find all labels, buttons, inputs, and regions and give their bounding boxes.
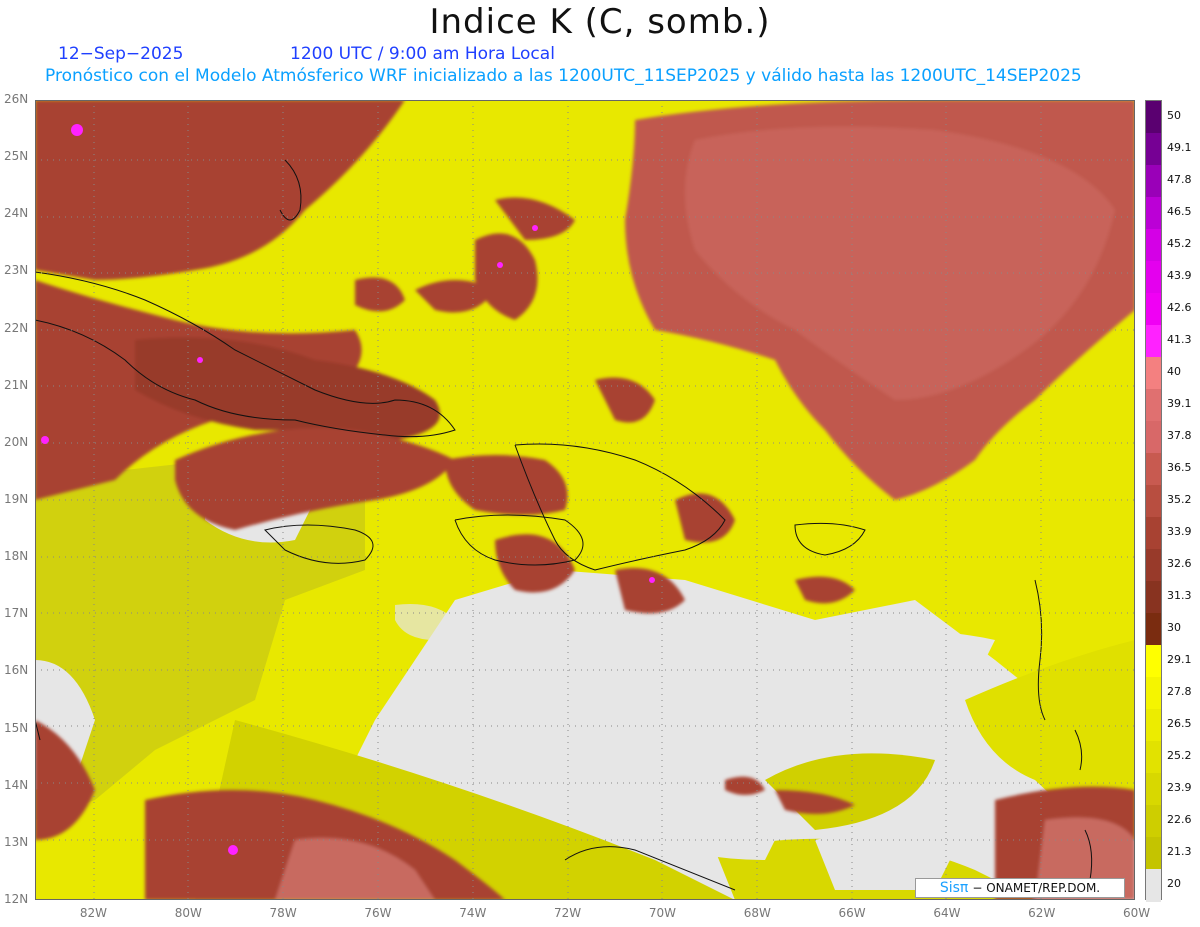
colorbar-segment bbox=[1146, 325, 1161, 358]
colorbar-segment bbox=[1146, 805, 1161, 838]
lat-tick-label: 21N bbox=[4, 377, 29, 392]
lat-tick-label: 20N bbox=[4, 434, 29, 449]
lon-tick-label: 74W bbox=[459, 906, 487, 920]
lon-tick-label: 76W bbox=[364, 906, 392, 920]
colorbar-level-label: 45.2 bbox=[1167, 237, 1192, 250]
lon-tick-label: 66W bbox=[838, 906, 866, 920]
colorbar-segment bbox=[1146, 261, 1161, 294]
lat-tick-label: 22N bbox=[4, 320, 29, 335]
lat-tick-label: 19N bbox=[4, 492, 29, 506]
colorbar-level-label: 43.9 bbox=[1167, 269, 1192, 282]
colorbar-segment bbox=[1146, 197, 1161, 230]
forecast-time: 1200 UTC / 9:00 am Hora Local bbox=[290, 44, 555, 64]
sispi-logo: Sisπ bbox=[939, 880, 969, 896]
lat-tick-label: 14N bbox=[4, 777, 29, 792]
lon-tick-label: 62W bbox=[1028, 906, 1056, 920]
colorbar-level-label: 35.2 bbox=[1167, 493, 1192, 506]
credit-text: − ONAMET/REP.DOM. bbox=[972, 881, 1101, 895]
lat-tick-label: 26N bbox=[4, 92, 29, 106]
colorbar-segment bbox=[1146, 709, 1161, 742]
forecast-date: 12−Sep−2025 bbox=[58, 44, 184, 64]
colorbar-level-label: 31.3 bbox=[1167, 589, 1192, 602]
colorbar-segment bbox=[1146, 101, 1161, 134]
lon-tick-label: 82W bbox=[79, 906, 108, 920]
colorbar-level-label: 42.6 bbox=[1167, 301, 1192, 314]
lat-tick-label: 24N bbox=[4, 206, 29, 221]
colorbar-level-label: 33.9 bbox=[1167, 525, 1192, 538]
colorbar-level-label: 22.6 bbox=[1167, 813, 1192, 826]
lon-tick-label: 72W bbox=[554, 906, 582, 920]
colorbar-segment bbox=[1146, 453, 1161, 486]
colorbar-level-label: 29.1 bbox=[1167, 653, 1192, 666]
forecast-description: Pronóstico con el Modelo Atmósferico WRF… bbox=[45, 66, 1082, 86]
lat-tick-label: 15N bbox=[4, 720, 29, 735]
lat-tick-label: 12N bbox=[4, 892, 29, 906]
colorbar-level-label: 36.5 bbox=[1167, 461, 1192, 474]
colorbar-segment bbox=[1146, 133, 1161, 166]
colorbar-level-label: 49.1 bbox=[1167, 141, 1192, 154]
colorbar-segment bbox=[1146, 837, 1161, 870]
lon-tick-label: 78W bbox=[269, 906, 297, 920]
colorbar-level-label: 23.9 bbox=[1167, 781, 1192, 794]
colorbar-level-label: 46.5 bbox=[1167, 205, 1192, 218]
colorbar-level-label: 32.6 bbox=[1167, 557, 1192, 570]
colorbar-segment bbox=[1146, 549, 1161, 582]
lon-tick-label: 64W bbox=[933, 906, 961, 920]
lat-tick-label: 23N bbox=[4, 263, 29, 278]
colorbar-segment bbox=[1146, 773, 1161, 806]
lat-tick-label: 16N bbox=[4, 663, 29, 678]
lat-tick-label: 13N bbox=[4, 834, 29, 849]
colorbar-segment bbox=[1146, 741, 1161, 774]
colorbar-level-label: 50 bbox=[1167, 109, 1181, 122]
colorbar-segment bbox=[1146, 229, 1161, 262]
colorbar-level-label: 27.8 bbox=[1167, 685, 1192, 698]
map-title: Indice K (C, somb.) bbox=[429, 2, 771, 42]
lon-tick-label: 60W bbox=[1123, 906, 1151, 920]
credit-badge: Sisπ − ONAMET/REP.DOM. bbox=[915, 878, 1125, 898]
lat-tick-label: 17N bbox=[4, 606, 29, 621]
colorbar-segment bbox=[1146, 421, 1161, 454]
colorbar-level-label: 37.8 bbox=[1167, 429, 1192, 442]
colorbar-level-label: 47.8 bbox=[1167, 173, 1192, 186]
colorbar-level-label: 20 bbox=[1167, 877, 1181, 890]
colorbar-level-label: 21.3 bbox=[1167, 845, 1192, 858]
colorbar-segment bbox=[1146, 869, 1161, 902]
colorbar-segment bbox=[1146, 517, 1161, 550]
colorbar-segment bbox=[1146, 357, 1161, 390]
lon-tick-label: 80W bbox=[174, 906, 202, 920]
colorbar-segment bbox=[1146, 645, 1161, 678]
colorbar-level-label: 39.1 bbox=[1167, 397, 1192, 410]
colorbar-level-label: 30 bbox=[1167, 621, 1181, 634]
colorbar-segment bbox=[1146, 293, 1161, 326]
colorbar-segment bbox=[1146, 581, 1161, 614]
lon-tick-label: 70W bbox=[648, 906, 676, 920]
colorbar-level-label: 26.5 bbox=[1167, 717, 1192, 730]
colorbar-level-label: 25.2 bbox=[1167, 749, 1192, 762]
colorbar bbox=[1145, 100, 1162, 902]
colorbar-level-label: 41.3 bbox=[1167, 333, 1192, 346]
colorbar-segment bbox=[1146, 165, 1161, 198]
colorbar-segment bbox=[1146, 485, 1161, 518]
colorbar-segment bbox=[1146, 613, 1161, 646]
colorbar-segment bbox=[1146, 389, 1161, 422]
colorbar-segment bbox=[1146, 677, 1161, 710]
lon-tick-label: 68W bbox=[743, 906, 771, 920]
lat-tick-label: 25N bbox=[4, 149, 29, 164]
k-index-map bbox=[35, 100, 1135, 900]
colorbar-level-label: 40 bbox=[1167, 365, 1181, 378]
lat-tick-label: 18N bbox=[4, 549, 29, 564]
